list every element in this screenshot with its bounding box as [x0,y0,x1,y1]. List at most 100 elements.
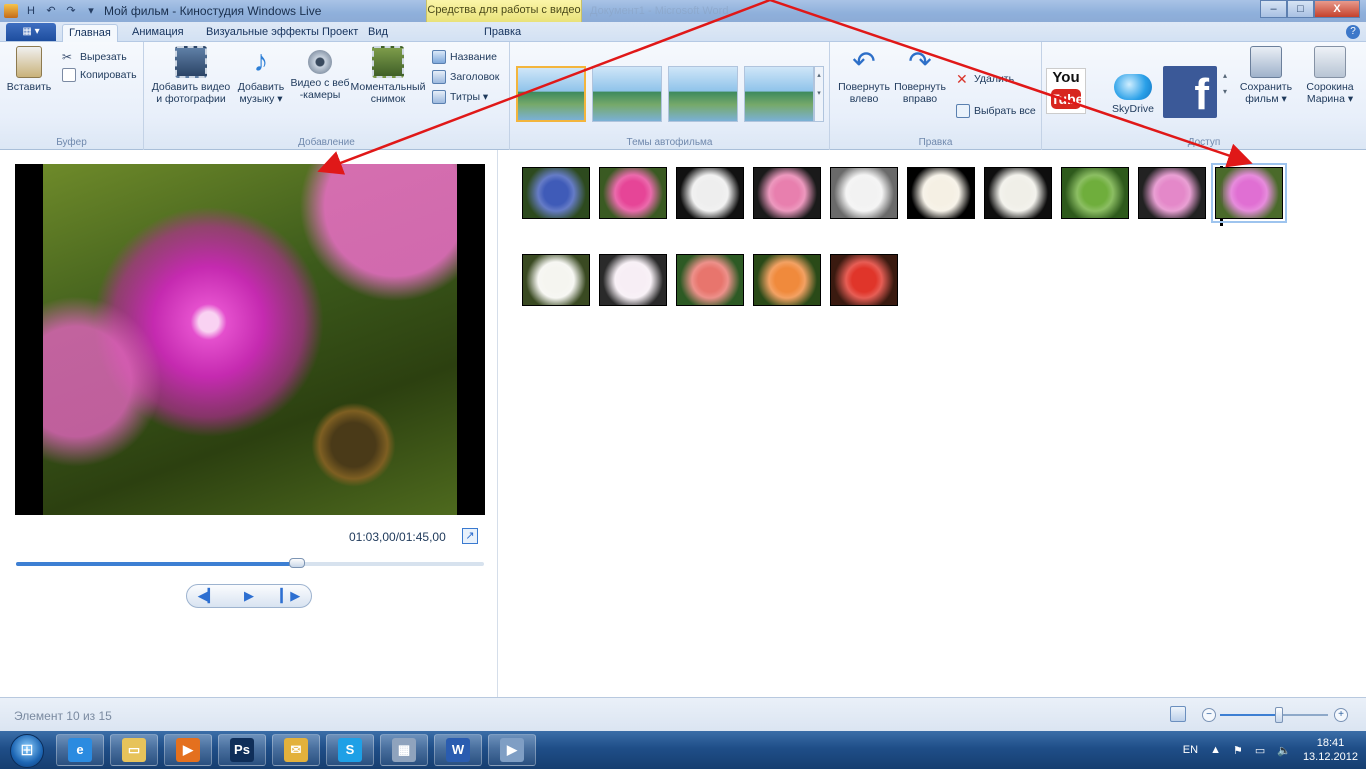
taskbar-photoshop-button[interactable]: Ps [218,734,266,766]
tab-home[interactable]: Главная [62,24,118,42]
storyboard-thumbnail-green-leaves[interactable] [1061,167,1129,219]
context-tab-header: Средства для работы с видео [426,0,582,22]
tab-view[interactable]: Вид [362,24,394,42]
user-avatar-icon [1314,46,1346,78]
tab-visual-effects[interactable]: Визуальные эффекты [200,24,325,42]
storyboard-thumbnail-pink-pompon[interactable] [1138,167,1206,219]
play-button[interactable]: ▶ [234,588,264,604]
tab-project[interactable]: Проект [316,24,364,42]
storyboard-thumbnail-pink-dahlia[interactable] [753,167,821,219]
element-counter: Элемент 10 из 15 [14,709,112,723]
taskbar-word-button[interactable]: W [434,734,482,766]
taskbar-movie-maker-button[interactable]: ▶ [488,734,536,766]
window-controls: – □ X [1260,0,1360,18]
save-movie-button[interactable]: Сохранить фильм ▾ [1234,46,1298,105]
storyboard-thumbnail-white-orchids[interactable] [599,254,667,306]
youtube-share-button[interactable]: You Tube [1046,68,1086,114]
title-button[interactable]: Название [432,50,497,64]
storyboard-thumbnail-red-rose[interactable] [830,254,898,306]
storyboard-thumbnail-blue-cornflower[interactable] [522,167,590,219]
rotate-left-icon: ↶ [852,46,876,77]
taskbar-explorer-button[interactable]: ▭ [110,734,158,766]
edit-group-label: Правка [918,137,953,148]
copy-label: Копировать [80,69,137,81]
select-all-button[interactable]: Выбрать все [956,104,1036,118]
zoom-slider-thumb[interactable] [1275,707,1284,723]
word-icon: W [446,738,470,762]
network-icon[interactable]: ▭ [1255,744,1265,757]
redo-icon[interactable]: ↷ [64,4,78,18]
add-music-button[interactable]: ♪ Добавить музыку ▾ [234,45,288,106]
preview-monitor[interactable] [15,164,485,515]
maximize-button[interactable]: □ [1287,0,1314,18]
copy-button[interactable]: Копировать [62,68,137,82]
start-button[interactable]: ⊞ [10,734,44,768]
webcam-label-2: -камеры [299,89,341,101]
storyboard-thumbnail-white-calla-pair[interactable] [984,167,1052,219]
music-note-icon: ♪ [253,45,269,78]
tab-edit[interactable]: Правка [478,24,527,42]
language-indicator[interactable]: EN [1183,744,1198,756]
seek-bar-thumb[interactable] [288,558,305,568]
theme-thumbnail[interactable] [668,66,738,122]
caption-button[interactable]: Заголовок [432,70,499,84]
next-frame-button[interactable]: ▎▶ [275,588,305,604]
theme-thumbnail[interactable] [744,66,814,122]
storyboard-thumbnail-white-calla[interactable] [907,167,975,219]
clock-date: 13.12.2012 [1302,751,1358,763]
taskbar-media-player-button[interactable]: ▶ [164,734,212,766]
storyboard-thumbnail-coral-bloom[interactable] [676,254,744,306]
facebook-share-button[interactable]: f [1163,66,1217,119]
user-account-button[interactable]: Сорокина Марина ▾ [1298,46,1362,105]
share-gallery-scroll[interactable]: ▴ ▾ [1220,68,1230,100]
taskbar-calculator-button[interactable]: ▦ [380,734,428,766]
fullscreen-icon[interactable]: ↗ [462,528,478,544]
storyboard-thumbnail-white-daisy[interactable] [522,254,590,306]
zoom-in-button[interactable]: + [1334,708,1348,722]
rotate-right-button[interactable]: ↷ Повернуть вправо [892,46,948,105]
help-icon[interactable]: ? [1346,25,1360,39]
theme-thumbnail[interactable] [592,66,662,122]
zoom-slider[interactable] [1220,707,1328,723]
taskbar-ie-button[interactable]: e [56,734,104,766]
thumbnail-size-icon[interactable] [1170,706,1186,722]
storyboard-thumbnail-orange-rose[interactable] [753,254,821,306]
zoom-out-button[interactable]: − [1202,708,1216,722]
seek-bar[interactable] [16,558,484,568]
save-icon[interactable]: H [24,4,38,18]
storyboard-thumbnail-pink-aster[interactable] [599,167,667,219]
action-center-flag-icon[interactable]: ⚑ [1233,744,1243,757]
tab-animation[interactable]: Анимация [126,24,190,42]
undo-icon[interactable]: ↶ [44,4,58,18]
theme-gallery-scroll[interactable]: ▴ ▾ [814,66,824,122]
storyboard-thumbnail-white-chrysanthemum[interactable] [676,167,744,219]
skydrive-share-button[interactable]: SkyDrive [1106,74,1160,115]
title-bar: H ↶ ↷ ▾ Мой фильм - Киностудия Windows L… [0,0,1366,22]
app-icon[interactable] [4,4,18,18]
timecode: 01:03,00/01:45,00 [349,530,446,544]
scissors-icon: ✂ [62,50,73,64]
paste-button[interactable]: Вставить [6,46,52,93]
theme-thumbnail[interactable] [516,66,586,122]
taskbar-skype-button[interactable]: S [326,734,374,766]
qat-dropdown-icon[interactable]: ▾ [84,4,98,18]
ribbon: Вставить ✂ Вырезать Копировать Буфер Доб… [0,42,1366,150]
cut-button[interactable]: ✂ Вырезать [62,50,127,64]
storyboard-thumbnail-white-blossoms[interactable] [830,167,898,219]
close-button[interactable]: X [1314,0,1360,18]
delete-button[interactable]: ✕ Удалить [956,72,1014,86]
add-video-photos-button[interactable]: Добавить видео и фотографии [148,46,234,105]
minimize-button[interactable]: – [1260,0,1287,18]
tray-arrow-icon[interactable]: ▲ [1210,744,1221,756]
rotate-left-button[interactable]: ↶ Повернуть влево [836,46,892,105]
previous-frame-button[interactable]: ◀▎ [193,588,223,604]
file-menu-button[interactable]: ▦ ▾ [6,23,56,41]
snapshot-button[interactable]: Моментальный снимок [350,46,426,105]
taskbar-outlook-button[interactable]: ✉ [272,734,320,766]
webcam-video-button[interactable]: Видео с веб -камеры [288,46,352,101]
skydrive-cloud-icon [1114,74,1152,100]
storyboard-thumbnail-mimosa-puff[interactable] [1211,163,1287,223]
clock[interactable]: 18:41 13.12.2012 [1303,736,1358,764]
credits-button[interactable]: Титры ▾ [432,90,488,104]
volume-icon[interactable]: 🔈 [1277,744,1291,757]
